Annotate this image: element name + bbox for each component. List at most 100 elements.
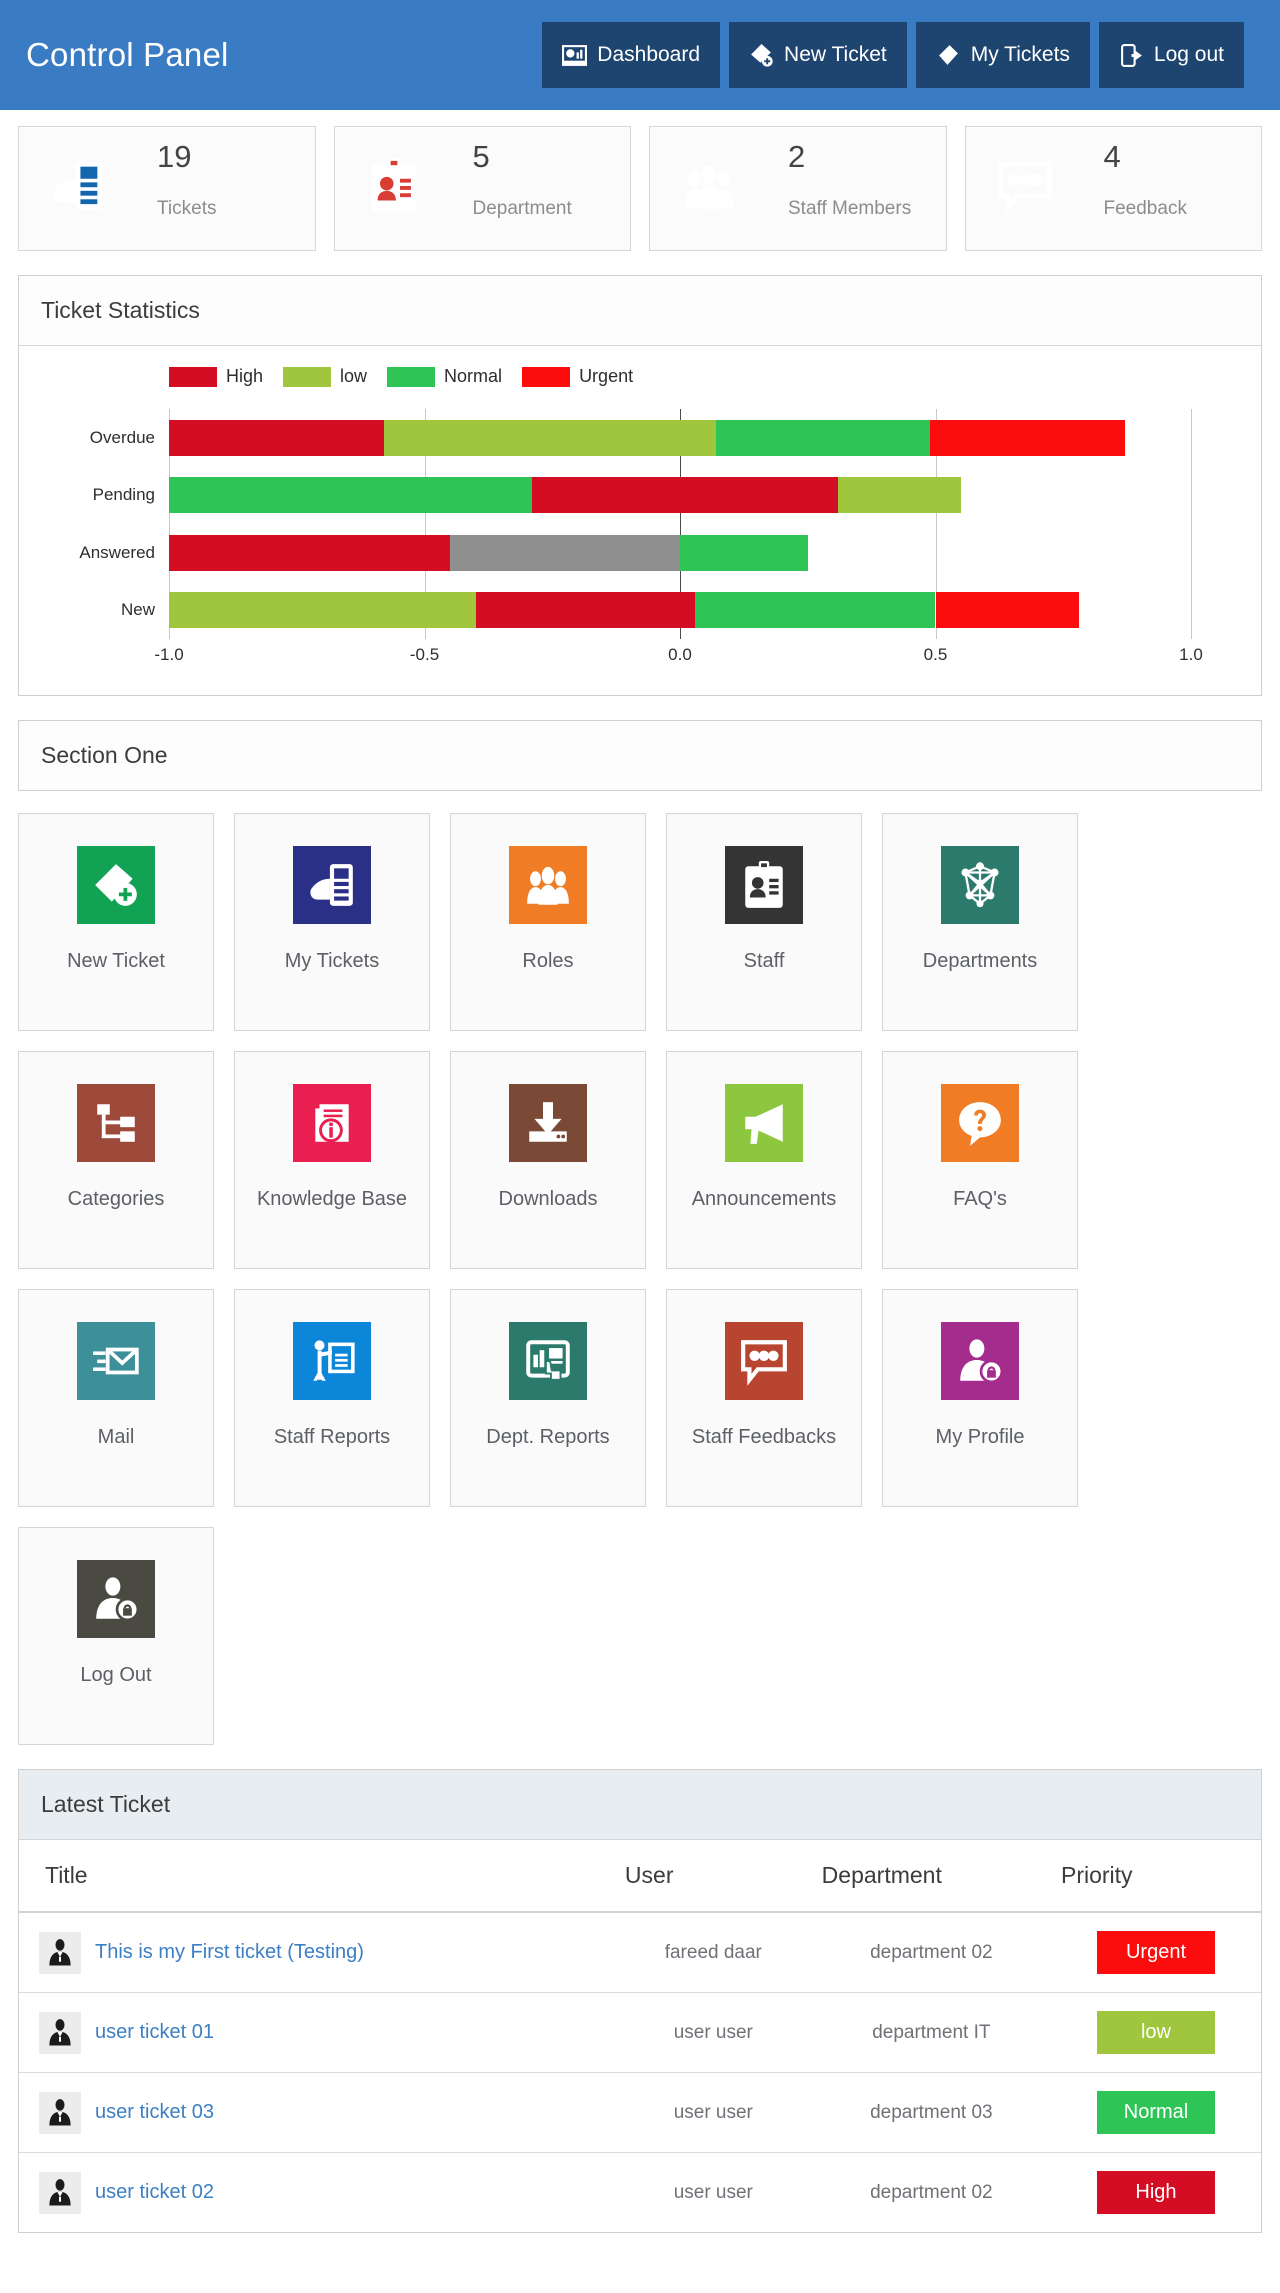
tile-my-tickets[interactable]: My Tickets: [234, 813, 430, 1031]
hand-ticket-icon: [293, 846, 371, 924]
nav-new-ticket-button[interactable]: New Ticket: [729, 22, 907, 88]
avatar: [39, 2011, 81, 2054]
chart-bar-segment: [935, 592, 1079, 629]
latest-ticket-thead: Title User Department Priority: [19, 1840, 1261, 1913]
tile-dept-reports[interactable]: Dept. Reports: [450, 1289, 646, 1507]
chart-x-tick-label: -0.5: [409, 645, 440, 664]
ticket-statistics-chart: High low Normal Urgent Overdue Pending Answer…: [19, 346, 1261, 695]
tile-staff[interactable]: Staff: [666, 813, 862, 1031]
chart-bar: [169, 419, 1191, 456]
stat-value-department: 5: [472, 139, 490, 174]
legend-swatch: [283, 366, 332, 387]
stat-label-department: Department: [472, 198, 572, 219]
status-badge: Urgent: [1097, 1931, 1215, 1974]
ticket-title-link[interactable]: user ticket 01: [95, 2021, 214, 2043]
legend-swatch: [169, 366, 217, 387]
stat-card-tickets[interactable]: 19 Tickets: [18, 126, 316, 251]
status-badge: High: [1097, 2171, 1215, 2214]
feedback-icon: [725, 1322, 803, 1400]
cell-user: user user: [614, 1992, 812, 2073]
question-bubble-icon: [941, 1084, 1019, 1162]
nav-my-tickets-button[interactable]: My Tickets: [915, 22, 1090, 88]
table-header-row: Title User Department Priority: [19, 1840, 1261, 1913]
header-nav: Dashboard New Ticket My Tickets Log out: [542, 22, 1256, 88]
table-row: This is my First ticket (Testing) fareed …: [19, 1912, 1261, 1993]
cell-title: This is my First ticket (Testing): [19, 1912, 615, 1993]
column-header-user: User: [614, 1840, 812, 1913]
tile-log-out[interactable]: Log Out: [18, 1527, 214, 1745]
stat-card-feedback[interactable]: 4 Feedback: [964, 126, 1262, 251]
tile-staff-reports[interactable]: Staff Reports: [234, 1289, 430, 1507]
stat-label-feedback: Feedback: [1103, 198, 1187, 219]
tile-label: FAQ's: [953, 1188, 1007, 1210]
legend-label: Urgent: [579, 366, 634, 386]
tile-announcements[interactable]: Announcements: [666, 1051, 862, 1269]
ticket-title-link[interactable]: user ticket 03: [95, 2101, 214, 2123]
legend-item: Urgent: [522, 366, 633, 387]
chart-gridline: [1191, 409, 1192, 639]
nav-dashboard-button[interactable]: Dashboard: [542, 22, 721, 88]
tile-downloads[interactable]: Downloads: [450, 1051, 646, 1269]
tile-mail[interactable]: Mail: [18, 1289, 214, 1507]
chart-bar-segment: [715, 419, 931, 456]
chart-x-tick-label: 0.0: [668, 645, 692, 664]
tile-my-profile[interactable]: My Profile: [882, 1289, 1078, 1507]
tile-label: Downloads: [498, 1188, 598, 1210]
new-ticket-icon: [749, 43, 774, 68]
ticket-title-link[interactable]: user ticket 02: [95, 2181, 214, 2203]
cell-user: user user: [614, 2072, 812, 2153]
latest-ticket-title: Latest Ticket: [19, 1770, 1261, 1840]
chart-legend: High low Normal Urgent: [19, 366, 1261, 387]
stat-body-staff-members: 2 Staff Members: [768, 127, 946, 250]
tile-roles[interactable]: Roles: [450, 813, 646, 1031]
network-icon: [941, 846, 1019, 924]
hand-ticket-icon: [49, 157, 107, 220]
avatar: [39, 2171, 81, 2214]
stat-value-tickets: 19: [157, 139, 192, 174]
nav-logout-button[interactable]: Log out: [1098, 22, 1244, 88]
stat-card-row: 19 Tickets 5 Department 2 Staff Members …: [0, 110, 1280, 251]
report-tablet-icon: [509, 1322, 587, 1400]
stat-card-staff-members[interactable]: 2 Staff Members: [649, 126, 947, 251]
ticket-title-link[interactable]: This is my First ticket (Testing): [95, 1941, 364, 1963]
table-row: user ticket 03 user user department 03 Norm…: [19, 2072, 1261, 2153]
legend-item: low: [283, 366, 367, 387]
stat-card-department[interactable]: 5 Department: [333, 126, 631, 251]
tile-categories[interactable]: Categories: [18, 1051, 214, 1269]
chart-bar: [169, 592, 1191, 629]
section-one-title: Section One: [19, 721, 1261, 790]
id-card-icon: [365, 157, 423, 220]
ticket-plus-icon: [77, 846, 155, 924]
tile-new-ticket[interactable]: New Ticket: [18, 813, 214, 1031]
cell-priority: High: [1051, 2153, 1261, 2233]
ticket-statistics-panel: Ticket Statistics High low Normal Urgent Ov…: [18, 275, 1262, 696]
cell-title: user ticket 03: [19, 2072, 615, 2153]
nav-my-tickets-label: My Tickets: [970, 43, 1070, 66]
tile-departments[interactable]: Departments: [882, 813, 1078, 1031]
stat-label-staff-members: Staff Members: [788, 198, 912, 219]
tile-faq-s[interactable]: FAQ's: [882, 1051, 1078, 1269]
chart-bar-segment: [475, 592, 696, 629]
chart-bar: [169, 534, 1191, 571]
page-bottom-spacer: [0, 2233, 1280, 2293]
feedback-icon: [996, 157, 1054, 220]
stat-body-feedback: 4 Feedback: [1084, 127, 1262, 250]
nav-logout-label: Log out: [1153, 43, 1224, 66]
chart-category-label: Pending: [92, 485, 155, 505]
tile-label: Staff Reports: [273, 1426, 391, 1448]
stat-label-tickets: Tickets: [157, 198, 217, 219]
cell-priority: Urgent: [1051, 1912, 1261, 1993]
tile-knowledge-base[interactable]: Knowledge Base: [234, 1051, 430, 1269]
id-card-icon: [725, 846, 803, 924]
chart-bar-segment: [169, 477, 532, 514]
stat-icon-wrap-feedback: [966, 127, 1084, 250]
chart-bar-segment: [531, 477, 839, 514]
envelope-icon: [77, 1322, 155, 1400]
chart-bar-segment: [169, 592, 476, 629]
stat-value-staff-members: 2: [788, 139, 806, 174]
download-icon: [509, 1084, 587, 1162]
section-one-panel: Section One: [18, 720, 1262, 791]
tile-staff-feedbacks[interactable]: Staff Feedbacks: [666, 1289, 862, 1507]
chart-bar-segment: [838, 477, 962, 514]
latest-ticket-table: Title User Department Priority This is m…: [19, 1840, 1261, 2232]
